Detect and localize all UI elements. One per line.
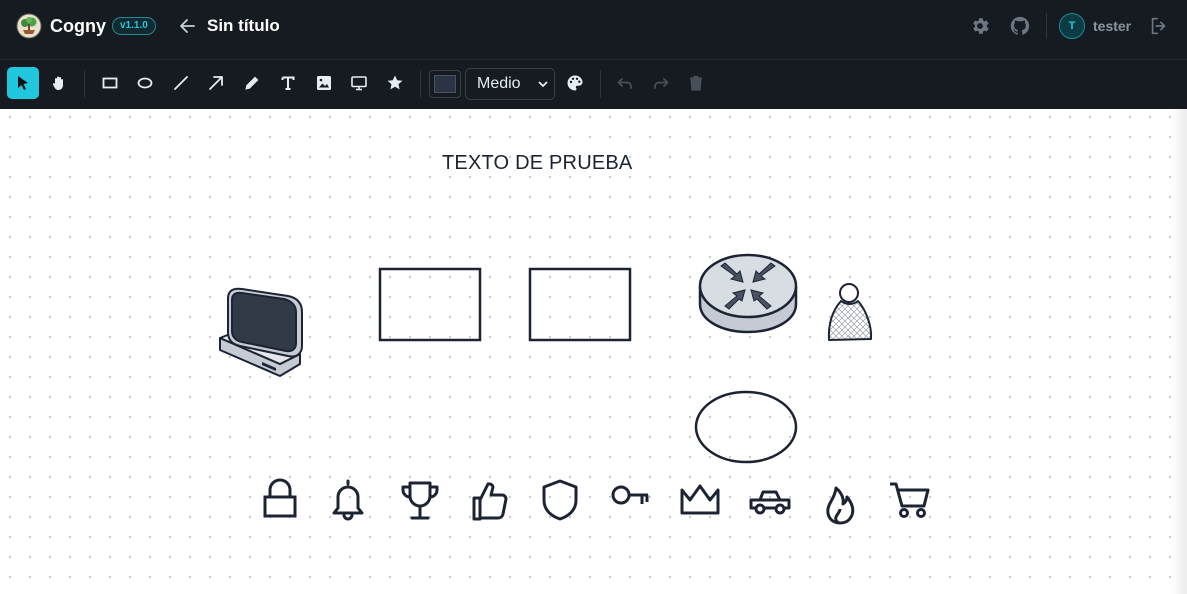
stencil-tool-button[interactable]: [379, 67, 411, 99]
crown-icon[interactable]: [678, 482, 722, 516]
canvas-text-element[interactable]: TEXTO DE PRUEBA: [442, 152, 632, 175]
ellipse-shape[interactable]: [693, 389, 799, 465]
redo-icon: [654, 78, 669, 89]
key-icon[interactable]: [610, 483, 652, 509]
username[interactable]: tester: [1093, 18, 1131, 34]
chevron-down-icon: [538, 81, 548, 88]
select-tool-button[interactable]: [7, 67, 39, 99]
trophy-icon[interactable]: [400, 480, 440, 522]
toolbar-divider: [600, 70, 601, 98]
rectangle-icon: [102, 77, 118, 89]
cursor-icon: [18, 76, 28, 90]
monitor-icon: [351, 76, 367, 91]
image-icon: [317, 76, 331, 90]
app-brand: Cogny: [50, 16, 106, 36]
drawing-toolbar: Medio: [0, 60, 1187, 109]
undo-icon: [617, 78, 632, 89]
arrow-tool-button[interactable]: [200, 67, 232, 99]
line-tool-button[interactable]: [165, 67, 197, 99]
logout-icon[interactable]: [1148, 15, 1170, 37]
shield-icon[interactable]: [540, 478, 580, 522]
thumbs-up-icon[interactable]: [470, 478, 510, 522]
version-badge: v1.1.0: [112, 17, 156, 35]
hand-icon: [52, 76, 63, 90]
text-tool-button[interactable]: [272, 67, 304, 99]
palette-icon: [567, 75, 583, 91]
hand-tool-button[interactable]: [43, 67, 75, 99]
github-icon[interactable]: [1009, 15, 1031, 37]
presentation-tool-button[interactable]: [343, 67, 375, 99]
text-icon: [281, 76, 295, 90]
stroke-color-picker[interactable]: [429, 70, 461, 98]
toolbar-divider: [84, 70, 85, 98]
arrow-icon: [209, 76, 223, 90]
toolbar-divider: [420, 70, 421, 98]
canvas-scroll-shadow: [1171, 109, 1187, 594]
settings-icon[interactable]: [969, 15, 991, 37]
stroke-color-swatch: [434, 75, 456, 93]
rectangle-tool-button[interactable]: [94, 67, 126, 99]
person-shape[interactable]: [824, 282, 876, 344]
cogny-logo-icon: [16, 13, 42, 39]
app-header: Cogny v1.1.0 Sin título T tester: [0, 0, 1187, 60]
lock-icon[interactable]: [262, 478, 298, 520]
palette-button[interactable]: [559, 67, 591, 99]
pencil-icon: [245, 76, 259, 90]
router-shape[interactable]: [697, 252, 799, 336]
rectangle-shape[interactable]: [528, 267, 632, 342]
pencil-tool-button[interactable]: [236, 67, 268, 99]
stroke-size-value: Medio: [477, 75, 521, 92]
trash-icon: [690, 75, 702, 91]
star-icon: [387, 75, 403, 90]
flame-icon[interactable]: [822, 484, 858, 526]
bell-icon[interactable]: [330, 478, 366, 522]
line-icon: [174, 76, 188, 90]
ellipse-tool-button[interactable]: [129, 67, 161, 99]
cart-icon[interactable]: [888, 480, 932, 520]
undo-button[interactable]: [609, 67, 641, 99]
back-arrow-icon[interactable]: [178, 16, 198, 36]
stroke-size-select[interactable]: Medio: [465, 68, 555, 100]
user-avatar[interactable]: T: [1059, 13, 1085, 39]
document-title[interactable]: Sin título: [207, 16, 280, 36]
image-tool-button[interactable]: [308, 67, 340, 99]
redo-button[interactable]: [645, 67, 677, 99]
ellipse-icon: [137, 77, 153, 89]
monitor-shape[interactable]: [214, 286, 308, 382]
delete-button[interactable]: [680, 67, 712, 99]
rectangle-shape[interactable]: [378, 267, 482, 342]
drawing-canvas[interactable]: [0, 109, 1187, 594]
car-icon[interactable]: [748, 486, 792, 516]
header-divider: [1046, 13, 1047, 39]
